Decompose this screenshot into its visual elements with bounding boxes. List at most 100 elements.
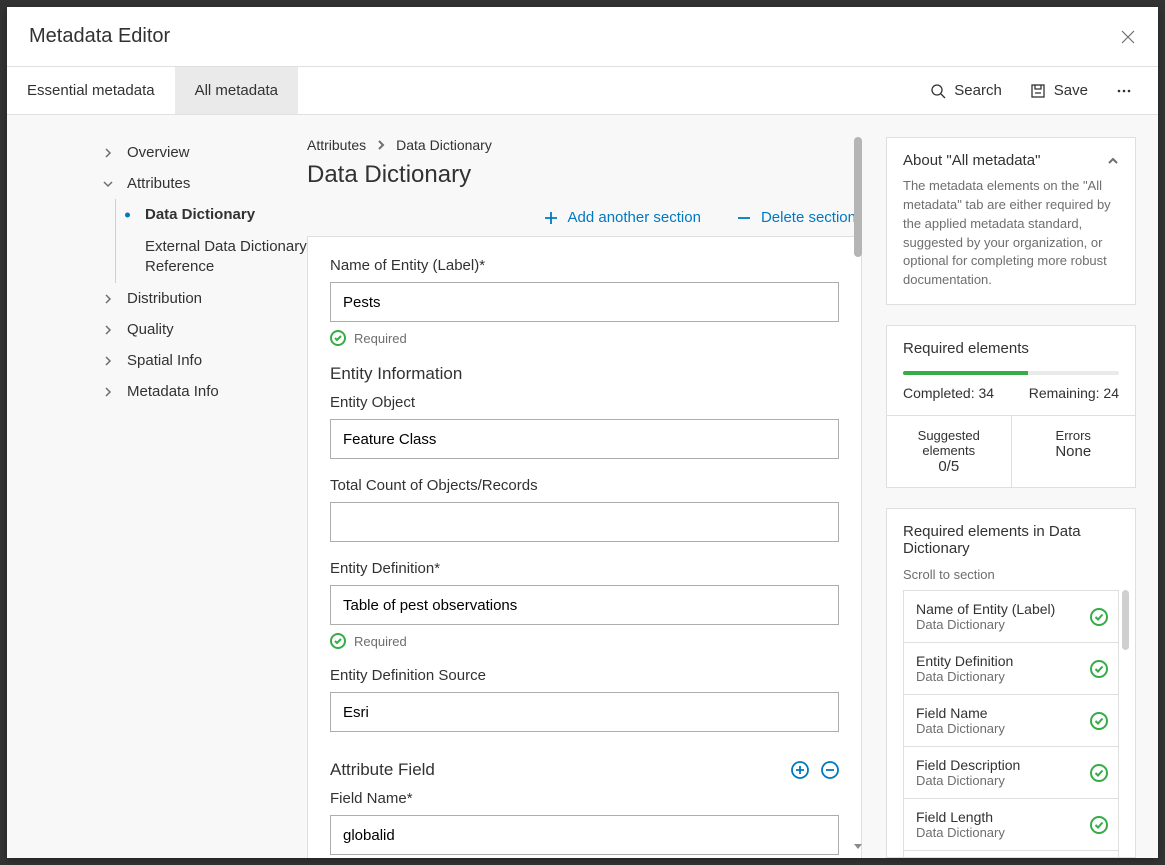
label-field-name: Field Name* bbox=[330, 790, 839, 807]
label-entity-def-source: Entity Definition Source bbox=[330, 667, 839, 684]
req-list-item[interactable]: Field NameData Dictionary bbox=[903, 695, 1119, 747]
scroll-thumb[interactable] bbox=[854, 137, 862, 257]
sidebar-item-attributes[interactable]: Attributes bbox=[7, 168, 307, 199]
sidebar-item-spatial[interactable]: Spatial Info bbox=[7, 345, 307, 376]
tabs: Essential metadata All metadata bbox=[7, 67, 298, 114]
req-item-loc: Data Dictionary bbox=[916, 669, 1082, 684]
chevron-right-icon bbox=[102, 293, 114, 305]
add-section-button[interactable]: Add another section bbox=[544, 209, 701, 226]
main: Attributes Data Dictionary Data Dictiona… bbox=[307, 115, 1158, 858]
heading-attribute-field: Attribute Field bbox=[330, 760, 435, 780]
sidebar-item-label: Distribution bbox=[127, 290, 202, 307]
label-total-count: Total Count of Objects/Records bbox=[330, 477, 839, 494]
save-button[interactable]: Save bbox=[1016, 67, 1102, 114]
tab-essential[interactable]: Essential metadata bbox=[7, 67, 175, 114]
section-actions: Add another section Delete section bbox=[307, 209, 862, 226]
progress-bar bbox=[903, 371, 1119, 375]
input-field-name[interactable] bbox=[330, 815, 839, 855]
check-circle-icon bbox=[1090, 816, 1108, 834]
sidebar-item-overview[interactable]: Overview bbox=[7, 137, 307, 168]
sidebar-item-distribution[interactable]: Distribution bbox=[7, 283, 307, 314]
sidebar-item-metadata-info[interactable]: Metadata Info bbox=[7, 376, 307, 407]
tab-all-metadata[interactable]: All metadata bbox=[175, 67, 298, 114]
req-item-name: Entity Definition bbox=[916, 653, 1082, 669]
req-item-loc: Data Dictionary bbox=[916, 721, 1082, 736]
breadcrumb: Attributes Data Dictionary bbox=[307, 137, 862, 153]
scroll-down-arrow-icon[interactable] bbox=[852, 840, 862, 852]
breadcrumb-attributes[interactable]: Attributes bbox=[307, 137, 366, 153]
about-panel: About "All metadata" The metadata elemen… bbox=[886, 137, 1136, 305]
ellipsis-icon bbox=[1116, 83, 1132, 99]
sidebar-item-data-dictionary[interactable]: Data Dictionary bbox=[7, 199, 307, 230]
metadata-editor-modal: Metadata Editor Essential metadata All m… bbox=[7, 7, 1158, 858]
modal-header: Metadata Editor bbox=[7, 7, 1158, 67]
sidebar-item-external-ref[interactable]: External Data Dictionary Reference bbox=[7, 230, 307, 283]
req-item-name: Field Description bbox=[916, 757, 1082, 773]
field-total-count: Total Count of Objects/Records bbox=[330, 477, 839, 542]
req-list-item[interactable]: Field LengthData Dictionary bbox=[903, 799, 1119, 851]
delete-section-button[interactable]: Delete section bbox=[737, 209, 856, 226]
close-icon[interactable] bbox=[1120, 29, 1136, 45]
req-list-wrap: Name of Entity (Label)Data DictionaryEnt… bbox=[903, 590, 1119, 858]
delete-section-label: Delete section bbox=[761, 209, 856, 226]
page-title: Data Dictionary bbox=[307, 161, 862, 189]
field-entity-def-source: Entity Definition Source bbox=[330, 667, 839, 732]
label-entity-definition: Entity Definition* bbox=[330, 560, 839, 577]
check-circle-icon bbox=[330, 330, 346, 346]
req-section-title: Required elements in Data Dictionary bbox=[903, 523, 1119, 557]
required-label: Required bbox=[354, 331, 407, 346]
req-list-item[interactable]: Field DescriptionData Dictionary bbox=[903, 747, 1119, 799]
label-entity-object: Entity Object bbox=[330, 394, 839, 411]
field-entity-object: Entity Object bbox=[330, 394, 839, 459]
minus-icon bbox=[737, 211, 751, 225]
plus-icon bbox=[544, 211, 558, 225]
req-list-item[interactable]: Entity DefinitionData Dictionary bbox=[903, 643, 1119, 695]
label-name-of-entity: Name of Entity (Label)* bbox=[330, 257, 839, 274]
sidebar-item-label: External Data Dictionary Reference bbox=[145, 237, 307, 276]
required-note: Required bbox=[330, 330, 839, 346]
required-title: Required elements bbox=[903, 340, 1029, 357]
field-entity-definition: Entity Definition* Required bbox=[330, 560, 839, 649]
req-list-scrollbar[interactable] bbox=[1122, 590, 1129, 650]
req-item-name: Name of Entity (Label) bbox=[916, 601, 1082, 617]
heading-entity-information: Entity Information bbox=[330, 364, 839, 384]
toolbar: Essential metadata All metadata Search S… bbox=[7, 67, 1158, 115]
check-circle-icon bbox=[330, 633, 346, 649]
add-section-label: Add another section bbox=[568, 209, 701, 226]
sidebar-item-label: Spatial Info bbox=[127, 352, 202, 369]
chevron-up-icon[interactable] bbox=[1107, 155, 1119, 167]
search-label: Search bbox=[954, 82, 1002, 99]
req-list-item[interactable]: Name of Entity (Label)Data Dictionary bbox=[903, 590, 1119, 643]
completed-text: Completed: 34 bbox=[903, 385, 994, 401]
sidebar-item-quality[interactable]: Quality bbox=[7, 314, 307, 345]
body: Overview Attributes Data Dictionary Exte… bbox=[7, 115, 1158, 858]
scroll-hint: Scroll to section bbox=[903, 567, 1119, 582]
input-entity-def-source[interactable] bbox=[330, 692, 839, 732]
add-circle-icon[interactable] bbox=[791, 761, 809, 779]
required-in-section-panel: Required elements in Data Dictionary Scr… bbox=[886, 508, 1136, 858]
more-options-button[interactable] bbox=[1102, 67, 1146, 114]
search-button[interactable]: Search bbox=[916, 67, 1016, 114]
field-field-name: Field Name* bbox=[330, 790, 839, 855]
input-entity-definition[interactable] bbox=[330, 585, 839, 625]
input-name-of-entity[interactable] bbox=[330, 282, 839, 322]
chevron-right-icon bbox=[102, 324, 114, 336]
content-scrollbar[interactable] bbox=[854, 137, 862, 858]
input-total-count[interactable] bbox=[330, 502, 839, 542]
content: Attributes Data Dictionary Data Dictiona… bbox=[307, 137, 862, 858]
chevron-right-icon bbox=[376, 140, 386, 150]
sidebar-item-label: Quality bbox=[127, 321, 174, 338]
attribute-field-heading-row: Attribute Field bbox=[330, 750, 839, 790]
save-label: Save bbox=[1054, 82, 1088, 99]
chevron-right-icon bbox=[102, 147, 114, 159]
check-circle-icon bbox=[1090, 608, 1108, 626]
chevron-right-icon bbox=[102, 355, 114, 367]
search-icon bbox=[930, 83, 946, 99]
about-title: About "All metadata" bbox=[903, 152, 1040, 169]
remove-circle-icon[interactable] bbox=[821, 761, 839, 779]
input-entity-object[interactable] bbox=[330, 419, 839, 459]
req-list-item[interactable]: Attribute Definition SourceData Dictiona… bbox=[903, 851, 1119, 858]
sidebar-item-label: Data Dictionary bbox=[145, 206, 255, 223]
form-card: Name of Entity (Label)* Required Entity … bbox=[307, 236, 862, 858]
sidebar-item-label: Overview bbox=[127, 144, 190, 161]
